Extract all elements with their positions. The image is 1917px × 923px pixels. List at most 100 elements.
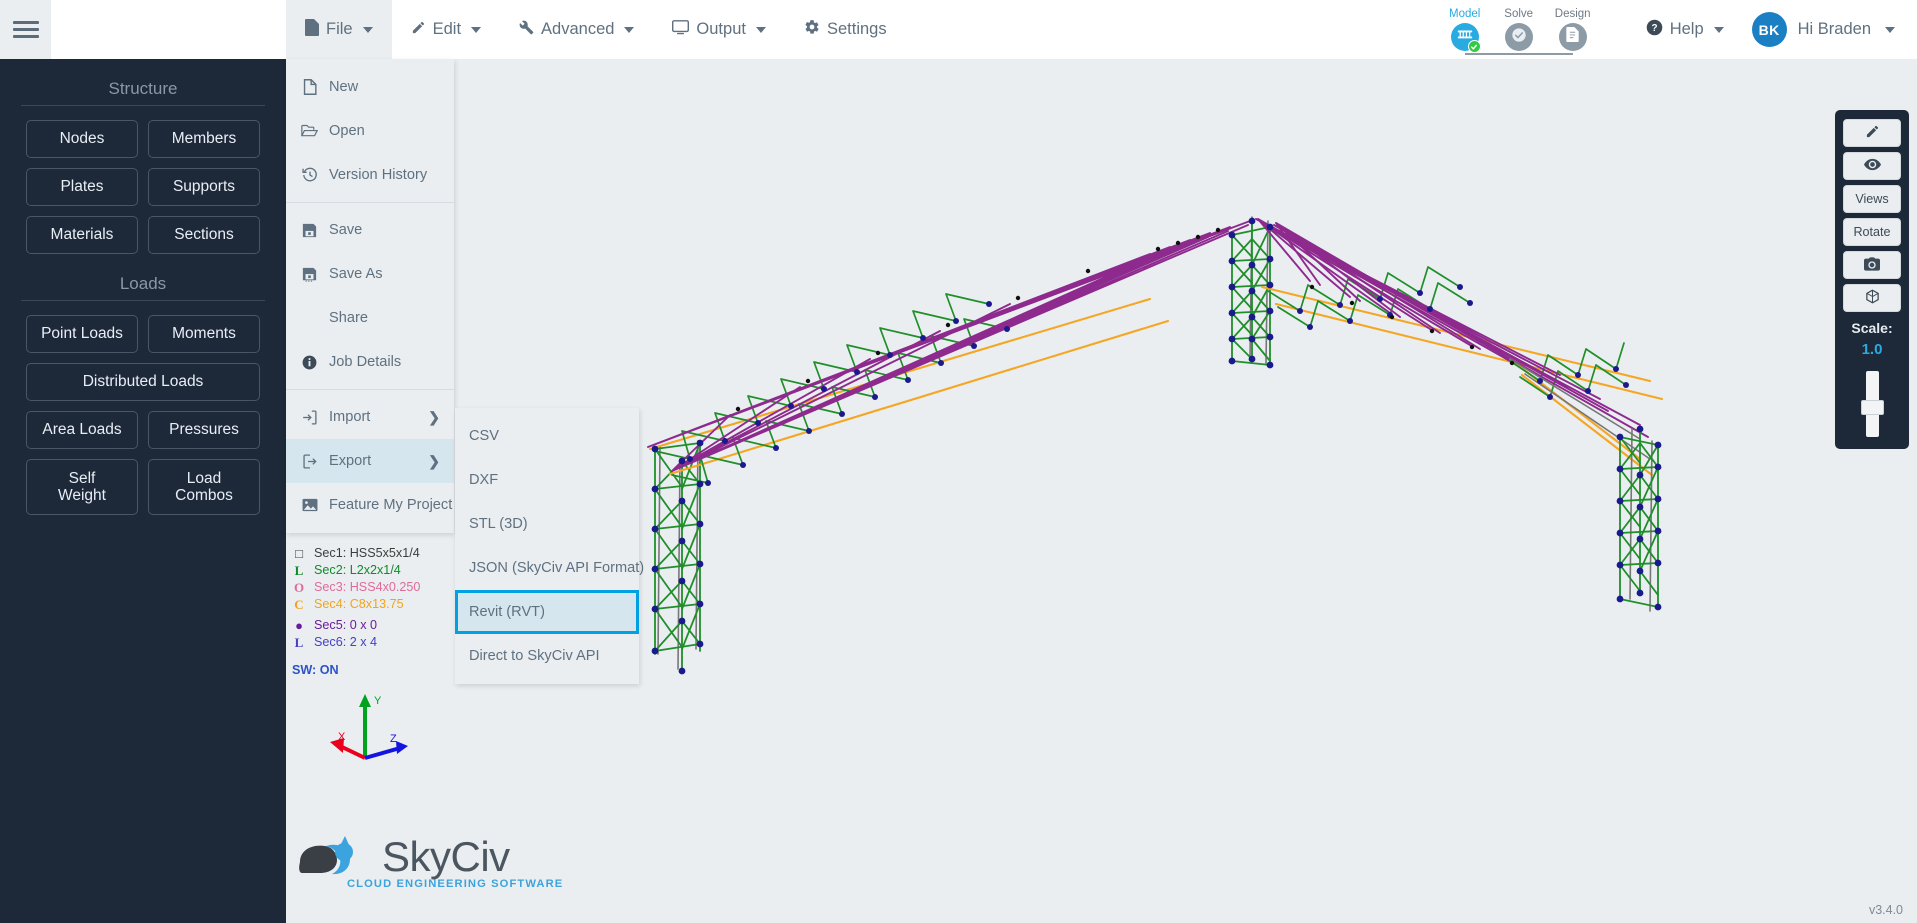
export-item-dxf[interactable]: DXF [455, 458, 639, 502]
sidebar-button-materials[interactable]: Materials [26, 216, 138, 254]
sidebar-button-self-weight[interactable]: Self Weight [26, 459, 138, 515]
file-menu-item-job-details[interactable]: Job Details [286, 340, 454, 384]
file-menu-item-import[interactable]: Import ❯ [286, 395, 454, 439]
user-menu[interactable]: BK Hi Braden [1742, 12, 1917, 47]
file-menu-label-save: Save [329, 222, 363, 238]
step-solve-circle[interactable] [1504, 23, 1533, 51]
visibility-tool-button[interactable] [1843, 152, 1901, 180]
step-connector [1464, 53, 1519, 55]
file-menu-item-version-history[interactable]: Version History [286, 153, 454, 197]
chevron-down-icon [1885, 26, 1895, 33]
legend-label-sec6: Sec6: 2 x 4 [314, 635, 378, 650]
sidebar-section-loads: Loads Point Loads Moments Distributed Lo… [0, 274, 286, 515]
export-item-direct-api[interactable]: Direct to SkyCiv API [455, 634, 639, 678]
step-design-label: Design [1554, 8, 1591, 20]
file-menu-label-new: New [329, 79, 359, 95]
axis-triad-svg: Y X Z [330, 694, 408, 760]
file-menu-item-share[interactable]: Share [286, 296, 454, 340]
file-menu-item-open[interactable]: Open [286, 109, 454, 153]
menu-edit[interactable]: Edit [392, 0, 500, 59]
step-model-circle[interactable] [1450, 23, 1481, 53]
sidebar-button-point-loads[interactable]: Point Loads [26, 315, 138, 353]
legend-label-sec1: Sec1: HSS5x5x1/4 [314, 546, 420, 561]
export-submenu: CSV DXF STL (3D) JSON (SkyCiv API Format… [455, 408, 644, 684]
hamburger-icon [12, 17, 39, 42]
loads-button-grid: Point Loads Moments Distributed Loads Ar… [0, 315, 286, 515]
draw-tool-button[interactable] [1843, 119, 1901, 147]
export-item-stl[interactable]: STL (3D) [455, 502, 639, 546]
step-model[interactable]: Model [1438, 8, 1519, 55]
step-solve[interactable]: Solve [1492, 8, 1573, 55]
views-button[interactable]: Views [1843, 185, 1901, 213]
menu-output[interactable]: Output [653, 0, 785, 59]
file-menu-item-save-as[interactable]: Save As [286, 252, 454, 296]
menu-advanced[interactable]: Advanced [500, 0, 653, 59]
sidebar-button-load-combos[interactable]: Load Combos [148, 459, 260, 515]
step-design-circle[interactable] [1558, 23, 1587, 51]
help-menu[interactable]: ? Help [1628, 19, 1742, 41]
hamburger-menu-button[interactable] [0, 0, 51, 59]
topbar-right-group: Model Solve Design ? Help BK Hi Braden [1438, 0, 1917, 59]
history-icon [301, 167, 318, 183]
file-menu-label-import: Import [329, 409, 371, 425]
export-icon [301, 453, 318, 469]
step-design[interactable]: Design [1546, 8, 1600, 51]
axis-label-y: Y [374, 695, 382, 707]
menu-file[interactable]: File [286, 0, 392, 59]
wrench-icon [519, 20, 534, 40]
file-icon [305, 18, 319, 41]
model-viewport-3d[interactable] [450, 59, 1917, 923]
sidebar-button-supports[interactable]: Supports [148, 168, 260, 206]
skyciv-logo-mark [299, 836, 353, 875]
export-item-csv[interactable]: CSV [455, 414, 639, 458]
main-menu-bar: File Edit Advanced Output Settings [286, 0, 906, 59]
import-icon [301, 409, 318, 425]
file-menu-item-export[interactable]: Export ❯ [286, 439, 454, 483]
question-mark-icon: ? [1646, 19, 1663, 41]
sidebar-button-moments[interactable]: Moments [148, 315, 260, 353]
export-item-revit[interactable]: Revit (RVT) [455, 590, 639, 634]
menu-file-label: File [326, 20, 353, 38]
svg-text:?: ? [1651, 23, 1657, 34]
export-item-json[interactable]: JSON (SkyCiv API Format) [455, 546, 644, 590]
file-menu-label-job-details: Job Details [329, 354, 402, 370]
legend-glyph-square: □ [295, 546, 303, 561]
legend-entry: ● Sec5: 0 x 0 [292, 617, 420, 634]
chevron-down-icon [471, 26, 482, 33]
pencil-icon [411, 20, 426, 40]
file-menu-item-new[interactable]: New [286, 65, 454, 109]
save-as-icon [301, 267, 318, 282]
monitor-icon [672, 19, 690, 40]
top-toolbar: File Edit Advanced Output Settings Model… [0, 0, 1917, 59]
sidebar-button-area-loads[interactable]: Area Loads [26, 411, 138, 449]
sidebar-button-distributed-loads[interactable]: Distributed Loads [26, 363, 260, 401]
app-version: v3.4.0 [1868, 903, 1903, 917]
scale-slider[interactable] [1860, 371, 1884, 438]
chevron-right-icon: ❯ [428, 452, 440, 469]
scale-slider-thumb[interactable] [1860, 400, 1884, 416]
sidebar-button-members[interactable]: Members [148, 120, 260, 158]
sidebar-button-sections[interactable]: Sections [148, 216, 260, 254]
legend-entry: O Sec3: HSS4x0.250 [292, 579, 420, 596]
file-menu-label-version-history: Version History [329, 167, 428, 183]
render-3d-button[interactable] [1843, 284, 1901, 312]
structure-model-svg [647, 216, 1664, 675]
sidebar-button-pressures[interactable]: Pressures [148, 411, 260, 449]
file-menu-item-save[interactable]: Save [286, 208, 454, 252]
file-menu-label-save-as: Save As [329, 266, 383, 282]
sidebar-section-title-structure: Structure [108, 79, 178, 98]
file-menu-item-feature-my-project[interactable]: Feature My Project [286, 483, 454, 527]
check-icon [1511, 27, 1527, 48]
menu-settings[interactable]: Settings [785, 0, 906, 59]
axis-triad: Y X Z [320, 690, 410, 773]
screenshot-button[interactable] [1843, 251, 1901, 279]
menu-output-label: Output [696, 20, 746, 38]
topbar-spacer [51, 0, 286, 59]
sidebar-button-plates[interactable]: Plates [26, 168, 138, 206]
axis-label-z: Z [390, 733, 397, 745]
sidebar-button-nodes[interactable]: Nodes [26, 120, 138, 158]
scale-label: Scale: [1851, 320, 1893, 336]
pencil-icon [1865, 124, 1880, 142]
rotate-button[interactable]: Rotate [1843, 218, 1901, 246]
info-icon [301, 355, 318, 370]
